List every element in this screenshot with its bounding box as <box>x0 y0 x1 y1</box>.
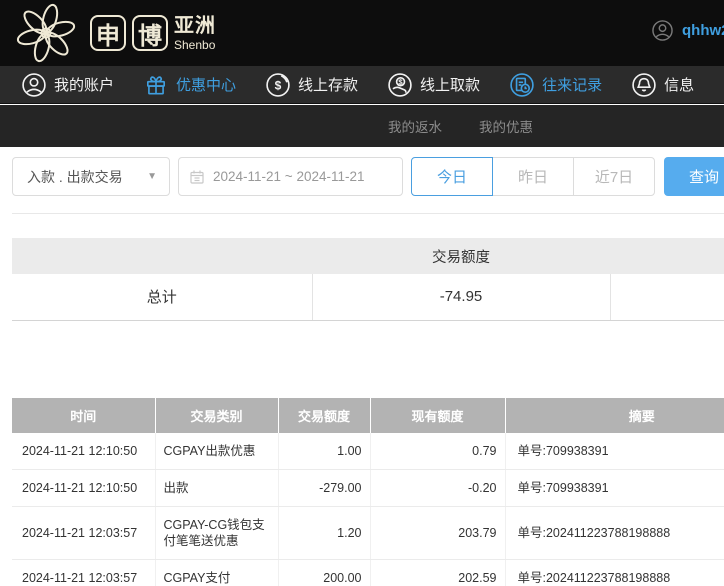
nav-label: 往来记录 <box>542 77 603 94</box>
cell-summary: 单号:709938391 <box>504 469 724 507</box>
deposit-coin-icon: $ <box>266 72 290 97</box>
cell-time: 2024-11-21 12:10:50 <box>12 433 155 470</box>
section-divider <box>12 213 724 214</box>
date-range-input[interactable]: 2024-11-21 ~ 2024-11-21 <box>178 157 403 196</box>
sub-nav: 我的返水 我的优惠 <box>0 105 724 147</box>
cell-type: 出款 <box>154 469 278 507</box>
brand-char-1: 申 <box>90 15 126 51</box>
calendar-icon <box>190 170 204 184</box>
today-button[interactable]: 今日 <box>411 157 493 196</box>
cell-type: CGPAY出款优惠 <box>154 433 278 470</box>
transactions-table: 时间 交易类别 交易额度 现有额度 摘要 2024-11-21 12:10:50… <box>12 398 724 586</box>
top-bar: 申 博 亚洲 Shenbo qhhw2 <box>0 0 724 66</box>
summary-total-label: 总计 <box>12 274 312 321</box>
summary-header-empty <box>610 238 724 274</box>
svg-text:$: $ <box>275 78 282 92</box>
brand-region-cn: 亚洲 <box>174 14 216 37</box>
subnav-item-promos[interactable]: 我的优惠 <box>479 116 533 136</box>
cell-time: 2024-11-21 12:03:57 <box>12 506 155 560</box>
nav-item-my-account[interactable]: 我的账户 <box>22 72 115 97</box>
transaction-type-value: 入款 . 出款交易 <box>27 168 123 185</box>
last7days-button[interactable]: 近7日 <box>573 157 655 196</box>
user-account[interactable]: qhhw2 <box>652 20 724 41</box>
cell-balance: -0.20 <box>369 469 505 507</box>
main-nav: 我的账户 优惠中心 $ 线上存款 $ 线上取款 往来记录 信息 <box>0 66 724 104</box>
table-row: 2024-11-21 12:10:50 出款 -279.00 -0.20 单号:… <box>12 469 724 507</box>
brand-characters: 申 博 <box>90 15 168 51</box>
summary-header-row: 交易额度 <box>12 238 724 274</box>
col-type: 交易类别 <box>154 398 278 433</box>
col-balance: 现有额度 <box>369 398 505 433</box>
withdraw-hand-icon: $ <box>388 72 412 97</box>
table-row: 2024-11-21 12:03:57 CGPAY-CG钱包支付笔笔送优惠 1.… <box>12 506 724 560</box>
brand-region: 亚洲 Shenbo <box>174 16 216 51</box>
summary-total-row: 总计 -74.95 <box>12 274 724 321</box>
user-icon <box>22 72 46 97</box>
nav-item-records[interactable]: 往来记录 <box>510 72 603 97</box>
nav-item-promotions[interactable]: 优惠中心 <box>144 73 236 97</box>
table-header-row: 时间 交易类别 交易额度 现有额度 摘要 <box>12 398 724 433</box>
brand-char-2: 博 <box>132 15 168 51</box>
cell-amount: 1.20 <box>277 506 370 560</box>
bell-icon <box>632 72 656 97</box>
nav-item-deposit[interactable]: $ 线上存款 <box>266 72 359 97</box>
cell-type: CGPAY支付 <box>154 559 278 586</box>
cell-time: 2024-11-21 12:03:57 <box>12 559 155 586</box>
flower-logo-icon <box>16 3 76 63</box>
gift-icon <box>147 75 166 95</box>
yesterday-button[interactable]: 昨日 <box>492 157 574 196</box>
transaction-records-page: 申 博 亚洲 Shenbo qhhw2 <box>0 0 724 586</box>
summary-total-value: -74.95 <box>311 274 610 321</box>
cell-amount: 200.00 <box>277 559 370 586</box>
brand-logo[interactable]: 申 博 亚洲 Shenbo <box>14 1 216 65</box>
cell-type: CGPAY-CG钱包支付笔笔送优惠 <box>154 506 278 560</box>
nav-item-messages[interactable]: 信息 <box>632 72 695 97</box>
col-amount: 交易额度 <box>277 398 370 433</box>
table-row: 2024-11-21 12:03:57 CGPAY支付 200.00 202.5… <box>12 559 724 586</box>
svg-text:$: $ <box>398 77 403 86</box>
nav-label: 线上取款 <box>420 77 481 94</box>
cell-amount: 1.00 <box>277 433 370 470</box>
chevron-down-icon: ▼ <box>147 171 157 182</box>
cell-summary: 单号:202411223788198888 <box>504 559 724 586</box>
quick-date-group: 今日 昨日 近7日 <box>411 157 655 196</box>
table-row: 2024-11-21 12:10:50 CGPAY出款优惠 1.00 0.79 … <box>12 433 724 470</box>
col-summary: 摘要 <box>504 398 724 433</box>
nav-label: 我的账户 <box>54 77 115 94</box>
cell-summary: 单号:202411223788198888 <box>504 506 724 560</box>
username-label: qhhw2 <box>682 22 724 39</box>
cell-amount: -279.00 <box>277 469 370 507</box>
col-time: 时间 <box>12 398 155 433</box>
nav-label: 线上存款 <box>298 77 359 94</box>
cell-balance: 203.79 <box>369 506 505 560</box>
nav-label: 信息 <box>664 77 695 94</box>
user-avatar-icon <box>652 20 673 41</box>
brand-name-en: Shenbo <box>174 37 216 52</box>
transaction-type-select[interactable]: 入款 . 出款交易 ▼ <box>12 157 170 196</box>
summary-empty-cell <box>609 274 724 321</box>
cell-balance: 0.79 <box>369 433 505 470</box>
query-button[interactable]: 查询 <box>664 157 724 196</box>
nav-label: 优惠中心 <box>176 77 237 94</box>
cell-summary: 单号:709938391 <box>504 433 724 470</box>
cell-time: 2024-11-21 12:10:50 <box>12 469 155 507</box>
filter-toolbar: 入款 . 出款交易 ▼ 2024-11-21 ~ 2024-11-21 今日 昨… <box>12 157 724 196</box>
subnav-item-rebate[interactable]: 我的返水 <box>388 116 442 136</box>
summary-header-empty <box>12 238 312 274</box>
date-range-value: 2024-11-21 ~ 2024-11-21 <box>213 169 365 184</box>
cell-balance: 202.59 <box>369 559 505 586</box>
summary-table: 交易额度 总计 -74.95 <box>12 238 724 321</box>
summary-header-amount: 交易额度 <box>312 238 610 274</box>
records-clipboard-icon <box>510 72 534 97</box>
nav-item-withdraw[interactable]: $ 线上取款 <box>388 72 481 97</box>
